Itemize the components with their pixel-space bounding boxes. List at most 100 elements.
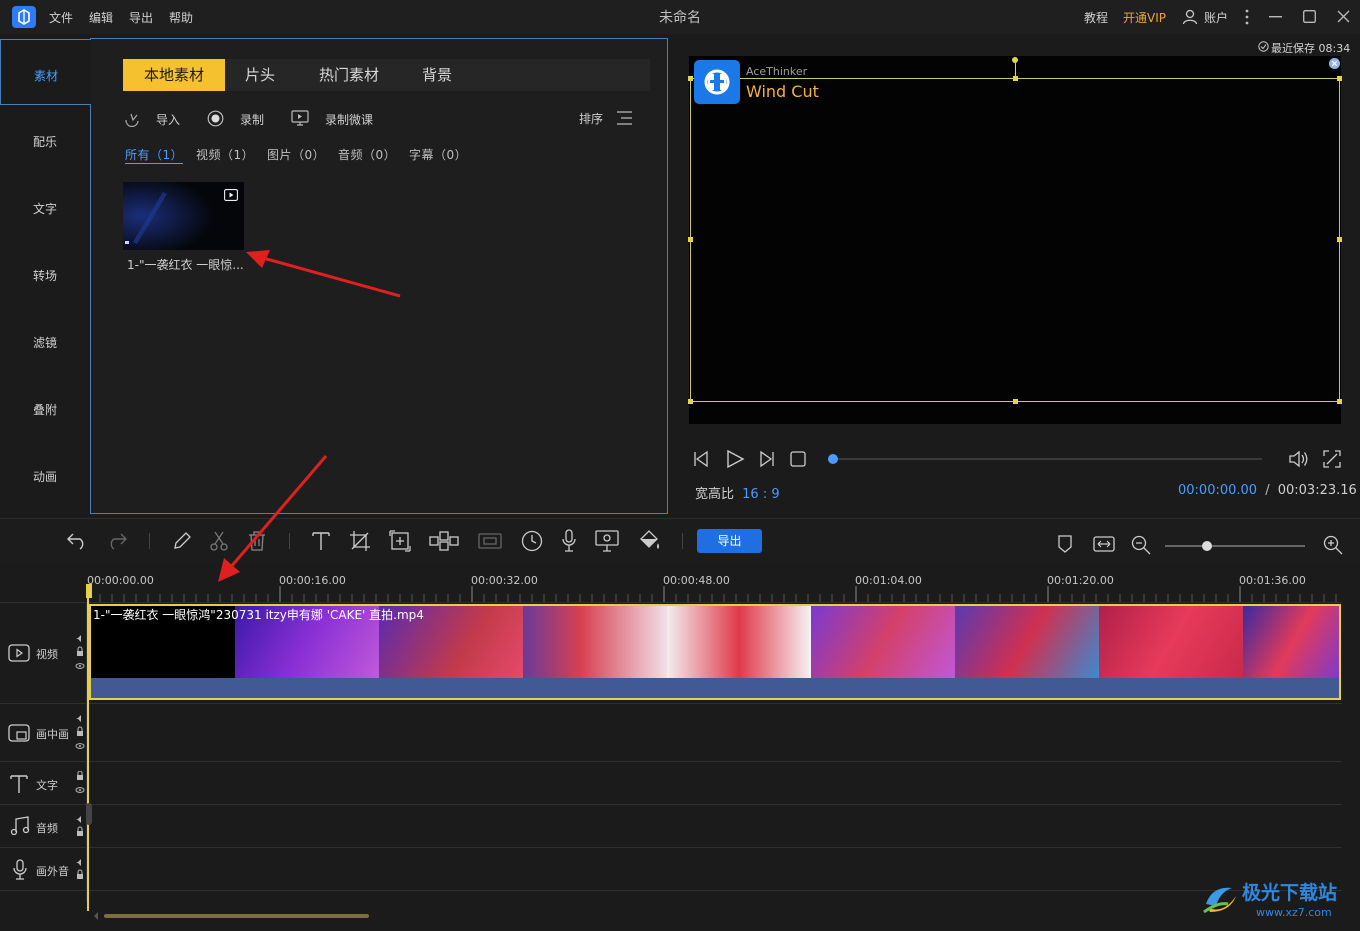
maximize-icon[interactable] bbox=[1303, 10, 1316, 23]
record-icon[interactable] bbox=[207, 110, 224, 127]
zoom-out-icon[interactable] bbox=[1131, 535, 1151, 555]
filter-video[interactable]: 视频（1） bbox=[196, 146, 254, 163]
resize-handle[interactable] bbox=[1337, 76, 1342, 81]
track-text bbox=[0, 762, 1342, 805]
zoom-slider-handle[interactable] bbox=[1202, 541, 1212, 551]
aspect-ratio[interactable]: 宽高比 16 : 9 bbox=[695, 483, 780, 502]
preview-progress-handle[interactable] bbox=[828, 454, 838, 464]
track-controls-text[interactable] bbox=[75, 771, 85, 795]
track-controls-voiceover[interactable] bbox=[75, 858, 85, 882]
rotate-handle[interactable] bbox=[1012, 57, 1018, 63]
zoom-slider[interactable] bbox=[1165, 545, 1305, 547]
export-button[interactable]: 导出 bbox=[697, 529, 762, 553]
sort-icon[interactable] bbox=[616, 111, 633, 125]
import-button[interactable]: 导入 bbox=[156, 111, 180, 128]
resize-handle[interactable] bbox=[688, 399, 693, 404]
mosaic-icon[interactable] bbox=[429, 531, 459, 551]
track-controls-pip[interactable] bbox=[75, 714, 85, 752]
screen-record-icon[interactable] bbox=[595, 530, 619, 552]
resize-handle[interactable] bbox=[688, 76, 693, 81]
nav-item-filter[interactable]: 滤镜 bbox=[0, 307, 90, 373]
brand-company: AceThinker bbox=[746, 65, 808, 78]
edit-pencil-icon[interactable] bbox=[172, 531, 192, 551]
ruler-tick-label: 00:01:04.00 bbox=[855, 574, 922, 587]
resize-handle[interactable] bbox=[1337, 237, 1342, 242]
zoom-in-icon[interactable] bbox=[1323, 535, 1343, 555]
tab-background[interactable]: 背景 bbox=[412, 59, 462, 91]
track-controls-audio[interactable] bbox=[75, 815, 85, 839]
filter-audio[interactable]: 音频（0） bbox=[338, 146, 396, 163]
watermark: 极光下载站 www.xz7.com bbox=[1200, 874, 1350, 924]
microphone-icon[interactable] bbox=[561, 529, 577, 553]
clip-frame bbox=[667, 606, 811, 678]
fullscreen-icon[interactable] bbox=[1323, 450, 1341, 468]
aspect-ratio-value[interactable]: 16 : 9 bbox=[742, 487, 779, 502]
text-track-icon bbox=[10, 774, 28, 794]
track-resize-grip[interactable] bbox=[86, 803, 92, 825]
record-button[interactable]: 录制 bbox=[240, 111, 264, 128]
remove-logo-icon[interactable] bbox=[1329, 58, 1340, 69]
nav-item-materials[interactable]: 素材 bbox=[0, 39, 91, 105]
tutorial-link[interactable]: 教程 bbox=[1084, 9, 1108, 26]
nav-item-text[interactable]: 文字 bbox=[0, 173, 90, 239]
brand-product: Wind Cut bbox=[746, 82, 819, 101]
minimize-icon[interactable] bbox=[1269, 16, 1282, 18]
ruler-tick-label: 00:01:20.00 bbox=[1047, 574, 1114, 587]
more-icon[interactable] bbox=[1244, 9, 1250, 25]
nav-item-music[interactable]: 配乐 bbox=[0, 106, 90, 172]
preview-progress-bar[interactable] bbox=[828, 458, 1262, 460]
resize-handle[interactable] bbox=[1337, 399, 1342, 404]
freeze-frame-icon[interactable] bbox=[478, 531, 502, 551]
redo-icon[interactable] bbox=[106, 532, 128, 550]
watermark-url: www.xz7.com bbox=[1256, 906, 1332, 919]
track-label-audio: 音频 bbox=[36, 822, 58, 835]
resize-handle[interactable] bbox=[688, 237, 693, 242]
stop-icon[interactable] bbox=[790, 451, 806, 467]
crop-icon[interactable] bbox=[349, 530, 371, 552]
current-time: 00:00:00.00 bbox=[1178, 483, 1258, 498]
tab-local-media[interactable]: 本地素材 bbox=[123, 59, 225, 91]
pip-track-icon bbox=[8, 724, 30, 742]
selection-box[interactable] bbox=[690, 78, 1340, 402]
close-icon[interactable] bbox=[1337, 10, 1350, 23]
fit-width-icon[interactable] bbox=[1093, 536, 1115, 552]
undo-icon[interactable] bbox=[66, 532, 88, 550]
track-controls-video[interactable] bbox=[75, 634, 85, 672]
sort-button[interactable]: 排序 bbox=[579, 110, 603, 127]
record-lesson-icon[interactable] bbox=[291, 110, 309, 127]
resize-handle[interactable] bbox=[1013, 399, 1018, 404]
filter-subtitle[interactable]: 字幕（0） bbox=[409, 146, 467, 163]
track-label-voiceover: 画外音 bbox=[36, 865, 69, 878]
next-frame-icon[interactable] bbox=[757, 450, 775, 468]
filter-all[interactable]: 所有（1） bbox=[125, 146, 184, 164]
record-lesson-button[interactable]: 录制微课 bbox=[325, 111, 373, 128]
tab-intro[interactable]: 片头 bbox=[235, 59, 285, 91]
prev-frame-icon[interactable] bbox=[693, 450, 711, 468]
saved-check-icon bbox=[1258, 41, 1269, 52]
tab-hot-media[interactable]: 热门素材 bbox=[309, 59, 389, 91]
timeline-horizontal-scrollbar[interactable] bbox=[104, 914, 369, 918]
play-icon[interactable] bbox=[725, 449, 745, 469]
resize-frame-icon[interactable] bbox=[389, 530, 411, 552]
vip-link[interactable]: 开通VIP bbox=[1123, 9, 1166, 26]
playhead-handle[interactable] bbox=[86, 584, 92, 598]
marker-icon[interactable] bbox=[1058, 535, 1072, 553]
fill-bucket-icon[interactable] bbox=[638, 530, 662, 552]
track-voiceover bbox=[0, 848, 1342, 891]
video-type-icon bbox=[224, 189, 238, 201]
clip-frame bbox=[1099, 606, 1243, 678]
clip-frame bbox=[523, 606, 667, 678]
clip-frame bbox=[955, 606, 1099, 678]
account-link[interactable]: 账户 bbox=[1204, 9, 1228, 26]
volume-icon[interactable] bbox=[1288, 449, 1310, 469]
nav-item-overlay[interactable]: 叠附 bbox=[0, 374, 90, 440]
total-time: 00:03:23.16 bbox=[1277, 483, 1357, 498]
scroll-left-icon[interactable] bbox=[93, 912, 99, 920]
import-icon[interactable] bbox=[124, 111, 142, 127]
user-icon[interactable] bbox=[1182, 9, 1198, 25]
playhead[interactable] bbox=[87, 586, 89, 911]
filter-image[interactable]: 图片（0） bbox=[267, 146, 325, 163]
speed-clock-icon[interactable] bbox=[521, 530, 543, 552]
nav-item-transition[interactable]: 转场 bbox=[0, 240, 90, 306]
nav-item-animation[interactable]: 动画 bbox=[0, 441, 90, 507]
